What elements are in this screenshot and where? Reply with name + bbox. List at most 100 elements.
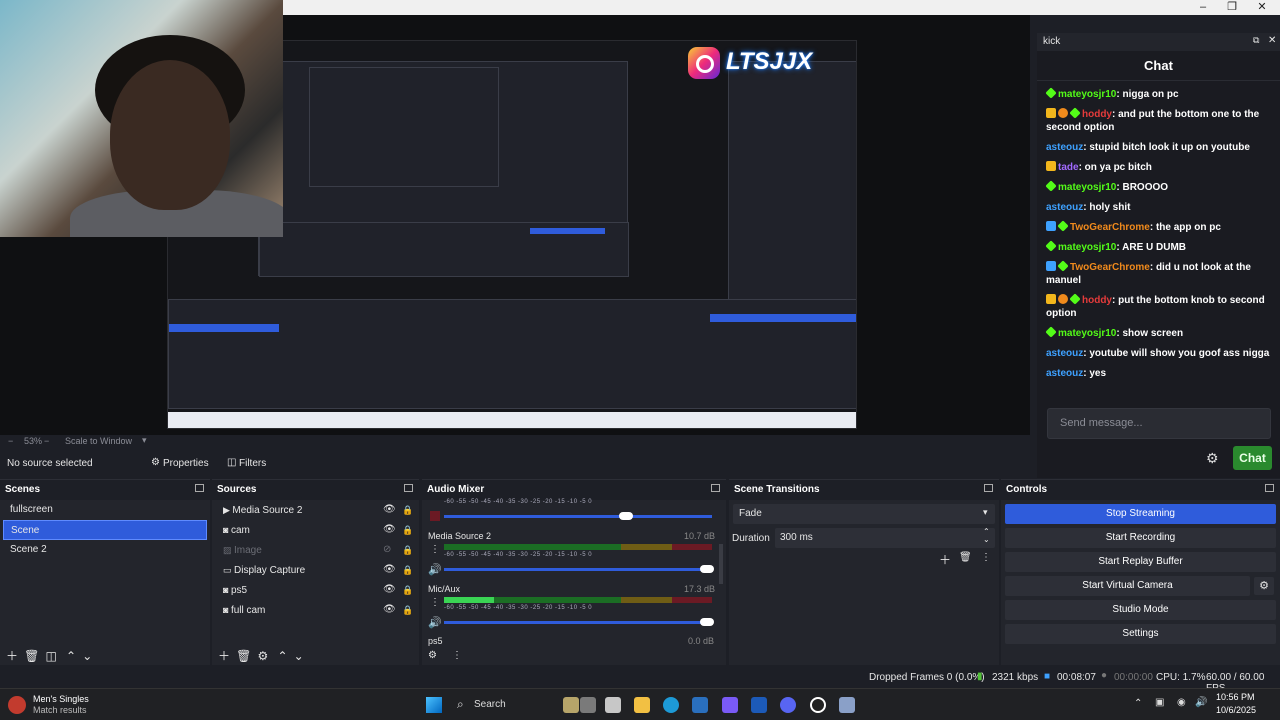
clock-date[interactable]: 10/6/2025 (1216, 705, 1256, 715)
lock-icon[interactable]: 🔒 (402, 500, 413, 520)
speaker-icon[interactable]: 🔊 (428, 616, 442, 629)
remove-scene-icon[interactable]: 🗑 (24, 649, 39, 663)
dock-close-icon[interactable]: ✕ (1268, 35, 1276, 46)
dock-popout-icon[interactable] (711, 484, 720, 492)
chat-input[interactable]: Send message... (1047, 408, 1271, 439)
channel-menu-icon[interactable]: ⋮ (430, 597, 440, 608)
source-item[interactable]: ▨ Image ⊘ 🔒 (216, 540, 416, 560)
properties-gear-icon[interactable]: ⚙ (151, 457, 160, 468)
dock-popout-icon[interactable] (195, 484, 204, 492)
eye-icon[interactable]: 👁 (383, 560, 396, 580)
speaker-icon[interactable]: 🔊 (428, 563, 442, 576)
chat-username[interactable]: mateyosjr10 (1058, 182, 1116, 193)
settings-button[interactable]: Settings (1005, 624, 1276, 644)
search-icon[interactable]: ⌕ (457, 697, 464, 712)
eye-icon[interactable]: 👁 (383, 520, 396, 540)
chat-username[interactable]: asteouz (1046, 202, 1083, 213)
app-icon[interactable] (722, 697, 738, 713)
mixer-menu-icon[interactable]: ⋮ (452, 650, 462, 661)
move-down-icon[interactable]: ⌄ (294, 649, 304, 663)
dock-popout-icon[interactable] (1265, 484, 1274, 492)
volume-icon[interactable]: 🔊 (1195, 697, 1207, 708)
chat-username[interactable]: tade (1058, 162, 1079, 173)
studio-mode-button[interactable]: Studio Mode (1005, 600, 1276, 620)
zoom-plus-icon[interactable]: − (44, 436, 49, 446)
move-up-icon[interactable]: ⌃ (277, 649, 287, 663)
taskbar-search[interactable]: Search (474, 699, 506, 710)
add-transition-icon[interactable]: ＋ (939, 551, 951, 568)
mixer-scrollbar[interactable] (719, 544, 723, 584)
start-replay-buffer-button[interactable]: Start Replay Buffer (1005, 552, 1276, 572)
lock-icon[interactable]: 🔒 (402, 540, 413, 560)
chat-username[interactable]: hoddy (1082, 109, 1112, 120)
volume-slider-knob[interactable] (699, 618, 714, 626)
lock-icon[interactable]: 🔒 (402, 560, 413, 580)
transition-select[interactable]: Fade ▾ (733, 504, 995, 524)
tray-chevron-icon[interactable]: ⌃ (1134, 698, 1142, 709)
virtual-camera-gear-icon[interactable]: ⚙ (1254, 577, 1274, 595)
lock-icon[interactable]: 🔒 (402, 520, 413, 540)
start-recording-button[interactable]: Start Recording (1005, 528, 1276, 548)
task-view-icon[interactable] (580, 697, 596, 713)
close-button[interactable]: ✕ (1248, 0, 1276, 15)
volume-slider[interactable] (444, 621, 712, 624)
dock-popout-icon[interactable]: ⧉ (1253, 35, 1259, 46)
chat-username[interactable]: asteouz (1046, 348, 1083, 359)
volume-slider-knob[interactable] (699, 565, 714, 573)
store-icon[interactable] (751, 697, 767, 713)
chat-settings-gear-icon[interactable]: ⚙ (1206, 450, 1222, 466)
eye-icon[interactable]: 👁 (383, 500, 396, 520)
lock-icon[interactable]: 🔒 (402, 600, 413, 620)
edge-icon[interactable] (663, 697, 679, 713)
add-scene-icon[interactable]: ＋ (6, 649, 18, 663)
stepper-down-icon[interactable]: ⌄ (983, 535, 990, 544)
zoom-dropdown-icon[interactable]: ▾ (142, 435, 147, 446)
remove-source-icon[interactable]: 🗑 (236, 649, 251, 663)
eye-icon[interactable]: 👁 (383, 580, 396, 600)
source-item[interactable]: ◙ cam 👁 🔒 (216, 520, 416, 540)
eye-hidden-icon[interactable]: ⊘ (383, 540, 391, 560)
clock-time[interactable]: 10:56 PM (1216, 692, 1255, 702)
widgets-icon[interactable] (563, 697, 579, 713)
discord-icon[interactable] (780, 697, 796, 713)
properties-button[interactable]: Properties (163, 458, 209, 469)
scene-item[interactable]: fullscreen (3, 500, 207, 520)
chat-username[interactable]: asteouz (1046, 142, 1083, 153)
volume-slider-knob[interactable] (619, 512, 634, 520)
chat-username[interactable]: hoddy (1082, 295, 1112, 306)
lock-icon[interactable]: 🔒 (402, 580, 413, 600)
transition-menu-icon[interactable]: ⋮ (981, 552, 991, 563)
scene-item-selected[interactable]: Scene (3, 520, 207, 540)
chat-send-button[interactable]: Chat (1233, 446, 1272, 470)
zoom-mode[interactable]: Scale to Window (65, 436, 132, 446)
notification-title[interactable]: Men's Singles (33, 694, 89, 704)
volume-slider[interactable] (444, 568, 712, 571)
dock-popout-icon[interactable] (984, 484, 993, 492)
remove-transition-icon[interactable]: 🗑 (959, 552, 972, 563)
source-properties-gear-icon[interactable]: ⚙ (258, 649, 269, 663)
advanced-audio-icon[interactable]: ⚙ (428, 650, 437, 661)
duration-input[interactable]: 300 ms ⌃ ⌄ (775, 527, 995, 548)
source-item[interactable]: ◙ ps5 👁 🔒 (216, 580, 416, 600)
stop-streaming-button[interactable]: Stop Streaming (1005, 504, 1276, 524)
chat-username[interactable]: mateyosjr10 (1058, 328, 1116, 339)
volume-slider[interactable] (444, 515, 712, 518)
app-icon[interactable] (692, 697, 708, 713)
zoom-minus-icon[interactable]: − (8, 436, 13, 446)
start-virtual-camera-button[interactable]: Start Virtual Camera (1005, 576, 1250, 596)
scene-filters-icon[interactable]: ◫ (46, 649, 57, 663)
dock-popout-icon[interactable] (404, 484, 413, 492)
windows-start-icon[interactable] (426, 697, 442, 713)
minimize-button[interactable]: – (1189, 0, 1217, 15)
notepad-icon[interactable] (605, 697, 621, 713)
scene-item[interactable]: Scene 2 (3, 540, 207, 560)
file-explorer-icon[interactable] (634, 697, 650, 713)
add-source-icon[interactable]: ＋ (218, 649, 230, 663)
source-item[interactable]: ◙ full cam 👁 🔒 (216, 600, 416, 620)
filters-button[interactable]: Filters (239, 458, 266, 469)
tray-app-icon[interactable]: ▣ (1155, 697, 1164, 708)
channel-menu-icon[interactable]: ⋮ (430, 544, 440, 555)
restore-button[interactable]: ❐ (1218, 0, 1246, 15)
network-icon[interactable]: ◉ (1177, 697, 1186, 708)
obs-icon[interactable] (810, 697, 826, 713)
